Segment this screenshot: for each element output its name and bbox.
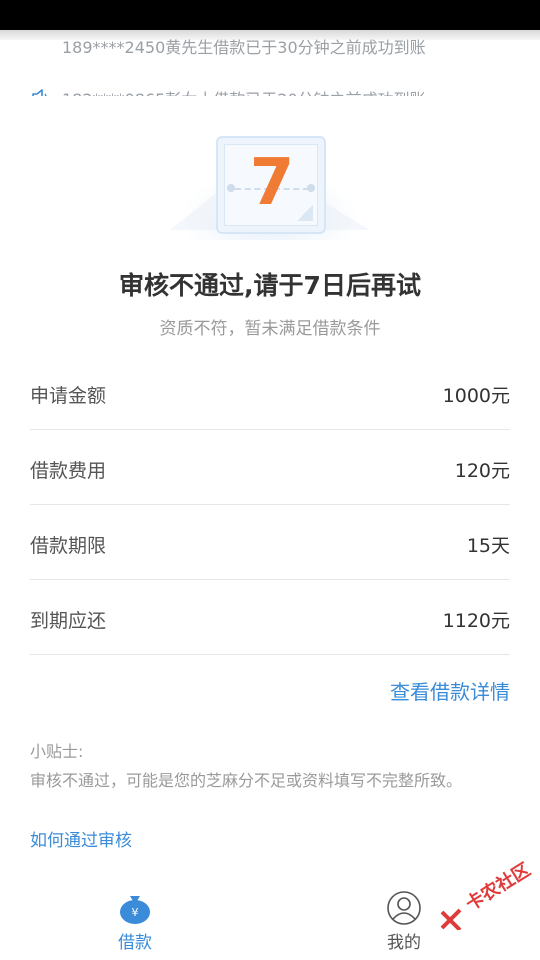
speaker-icon: [32, 89, 47, 96]
detail-value: 1000元: [442, 385, 510, 407]
announcement-ticker: 189****2450黄先生借款已于30分钟之前成功到账 182****0865…: [0, 30, 540, 96]
calendar-page: 7: [224, 144, 318, 226]
how-to-pass-review-link[interactable]: 如何通过审核: [30, 826, 132, 851]
detail-row-amount: 申请金额 1000元: [30, 355, 510, 430]
tab-label: 借款: [118, 933, 152, 953]
watermark-text: 卡农社区: [462, 859, 535, 916]
community-watermark: 卡农社区: [438, 859, 536, 932]
detail-value: 120元: [454, 460, 510, 482]
calendar-icon: 7: [216, 136, 326, 234]
tab-mine[interactable]: 我的: [374, 890, 434, 956]
user-icon: [387, 891, 421, 925]
page-fold: [297, 205, 313, 221]
detail-label: 借款费用: [30, 460, 107, 482]
ticker-line: 189****2450黄先生借款已于30分钟之前成功到账: [62, 38, 426, 57]
detail-label: 申请金额: [30, 385, 107, 407]
tips-body: 审核不通过，可能是您的芝麻分不足或资料填写不完整所致。: [30, 771, 463, 790]
detail-label: 到期应还: [30, 610, 107, 632]
detail-row-term: 借款期限 15天: [30, 505, 510, 580]
ticker-line: 182****0865彭女士借款已于20分钟之前成功到账: [62, 86, 426, 96]
detail-label: 借款期限: [30, 535, 107, 557]
detail-row-fee: 借款费用 120元: [30, 430, 510, 505]
detail-value: 15天: [466, 535, 510, 557]
view-loan-details-link[interactable]: 查看借款详情: [390, 676, 510, 705]
detail-row-due: 到期应还 1120元: [30, 580, 510, 655]
svg-text:¥: ¥: [132, 906, 139, 919]
money-bag-icon: ¥: [120, 896, 150, 924]
result-title: 审核不通过,请于7日后再试: [119, 271, 421, 300]
calendar-illustration: 7: [160, 120, 380, 250]
tab-label: 我的: [387, 933, 421, 953]
result-subtitle: 资质不符，暂未满足借款条件: [159, 319, 381, 339]
status-bar: [0, 0, 540, 30]
watermark-logo-icon: [440, 908, 462, 930]
tips-title: 小贴士:: [30, 742, 84, 761]
detail-value: 1120元: [442, 610, 510, 632]
tab-loan[interactable]: ¥ 借款: [105, 890, 165, 956]
